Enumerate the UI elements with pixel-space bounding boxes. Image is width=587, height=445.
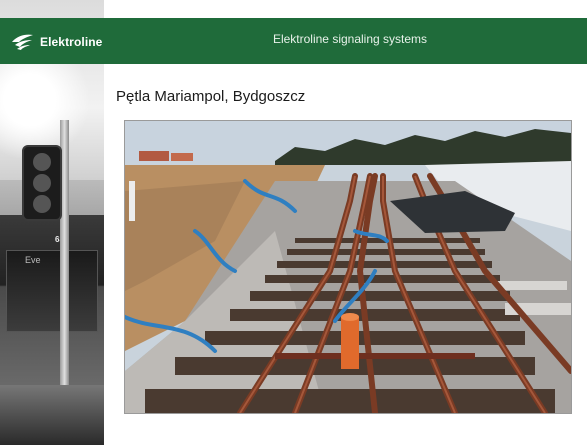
header-title: Elektroline signaling systems bbox=[272, 32, 428, 46]
railway-switch-photo bbox=[124, 120, 572, 414]
slide-title: Pętla Mariampol, Bydgoszcz bbox=[116, 88, 306, 105]
side-photo-bus-destination: Eve bbox=[25, 255, 41, 265]
slide: 632 Eve Elektroline Elektroline signalin… bbox=[0, 0, 587, 445]
side-photo-strip: 632 Eve bbox=[0, 0, 104, 445]
header-bar: Elektroline Elektroline signaling system… bbox=[0, 18, 587, 64]
elektroline-logo: Elektroline bbox=[10, 32, 102, 52]
railway-switch-illustration bbox=[125, 121, 571, 413]
logo-wings-icon bbox=[12, 34, 33, 50]
logo-text: Elektroline bbox=[40, 35, 103, 49]
side-photo-bus-window: 632 Eve bbox=[6, 235, 98, 332]
side-photo-bottom bbox=[0, 385, 104, 445]
traffic-signal-icon bbox=[22, 145, 62, 221]
